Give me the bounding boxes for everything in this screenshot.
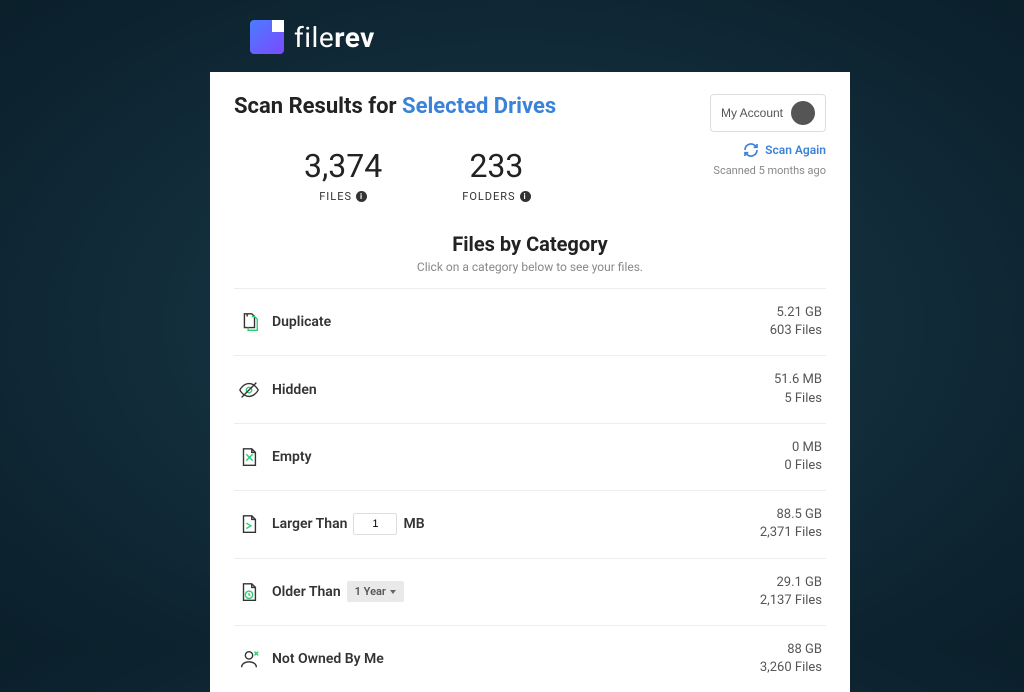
category-stats: 51.6 MB5 Files xyxy=(774,371,822,407)
category-label: Larger Than MB xyxy=(272,513,760,535)
category-stats: 88 GB3,260 Files xyxy=(760,641,822,677)
results-panel: Scan Results for Selected Drives My Acco… xyxy=(210,72,850,692)
refresh-icon xyxy=(743,142,759,158)
section-heading: Files by Category xyxy=(234,232,826,256)
empty-icon xyxy=(238,446,260,468)
duplicate-icon xyxy=(238,311,260,333)
category-label: Empty xyxy=(272,449,784,465)
info-icon[interactable]: i xyxy=(520,191,531,202)
account-label: My Account xyxy=(721,106,783,120)
category-label: Hidden xyxy=(272,382,774,398)
category-not-owned[interactable]: Not Owned By Me 88 GB3,260 Files xyxy=(234,626,826,692)
category-label: Not Owned By Me xyxy=(272,651,760,667)
category-label: Duplicate xyxy=(272,314,770,330)
category-empty[interactable]: Empty 0 MB0 Files xyxy=(234,424,826,491)
category-list: Duplicate 5.21 GB603 Files Hidden 51.6 M… xyxy=(234,288,826,692)
logo-text: filerev xyxy=(294,21,375,54)
logo-mark-icon xyxy=(250,20,284,54)
folders-count: 233 xyxy=(462,147,530,185)
category-stats: 5.21 GB603 Files xyxy=(770,304,822,340)
category-hidden[interactable]: Hidden 51.6 MB5 Files xyxy=(234,356,826,423)
selected-drives-link[interactable]: Selected Drives xyxy=(402,94,556,119)
brand-logo: filerev xyxy=(250,20,850,54)
older-than-icon xyxy=(238,581,260,603)
stat-files[interactable]: 3,374 FILES i xyxy=(304,147,382,204)
page-title: Scan Results for Selected Drives xyxy=(234,94,556,119)
chevron-down-icon xyxy=(390,590,396,594)
larger-than-input[interactable] xyxy=(353,513,397,535)
category-stats: 88.5 GB2,371 Files xyxy=(760,506,822,542)
older-than-dropdown[interactable]: 1 Year xyxy=(347,581,404,602)
hidden-icon xyxy=(238,379,260,401)
stat-folders[interactable]: 233 FOLDERS i xyxy=(462,147,530,204)
files-count: 3,374 xyxy=(304,147,382,185)
category-larger-than[interactable]: Larger Than MB 88.5 GB2,371 Files xyxy=(234,491,826,558)
section-subtitle: Click on a category below to see your fi… xyxy=(234,260,826,274)
category-stats: 29.1 GB2,137 Files xyxy=(760,574,822,610)
scan-again-button[interactable]: Scan Again xyxy=(743,142,826,158)
category-label: Older Than 1 Year xyxy=(272,581,760,602)
not-owned-icon xyxy=(238,648,260,670)
category-duplicate[interactable]: Duplicate 5.21 GB603 Files xyxy=(234,289,826,356)
my-account-button[interactable]: My Account xyxy=(710,94,826,132)
category-stats: 0 MB0 Files xyxy=(784,439,822,475)
info-icon[interactable]: i xyxy=(356,191,367,202)
category-older-than[interactable]: Older Than 1 Year 29.1 GB2,137 Files xyxy=(234,559,826,626)
avatar xyxy=(791,101,815,125)
larger-than-icon xyxy=(238,513,260,535)
